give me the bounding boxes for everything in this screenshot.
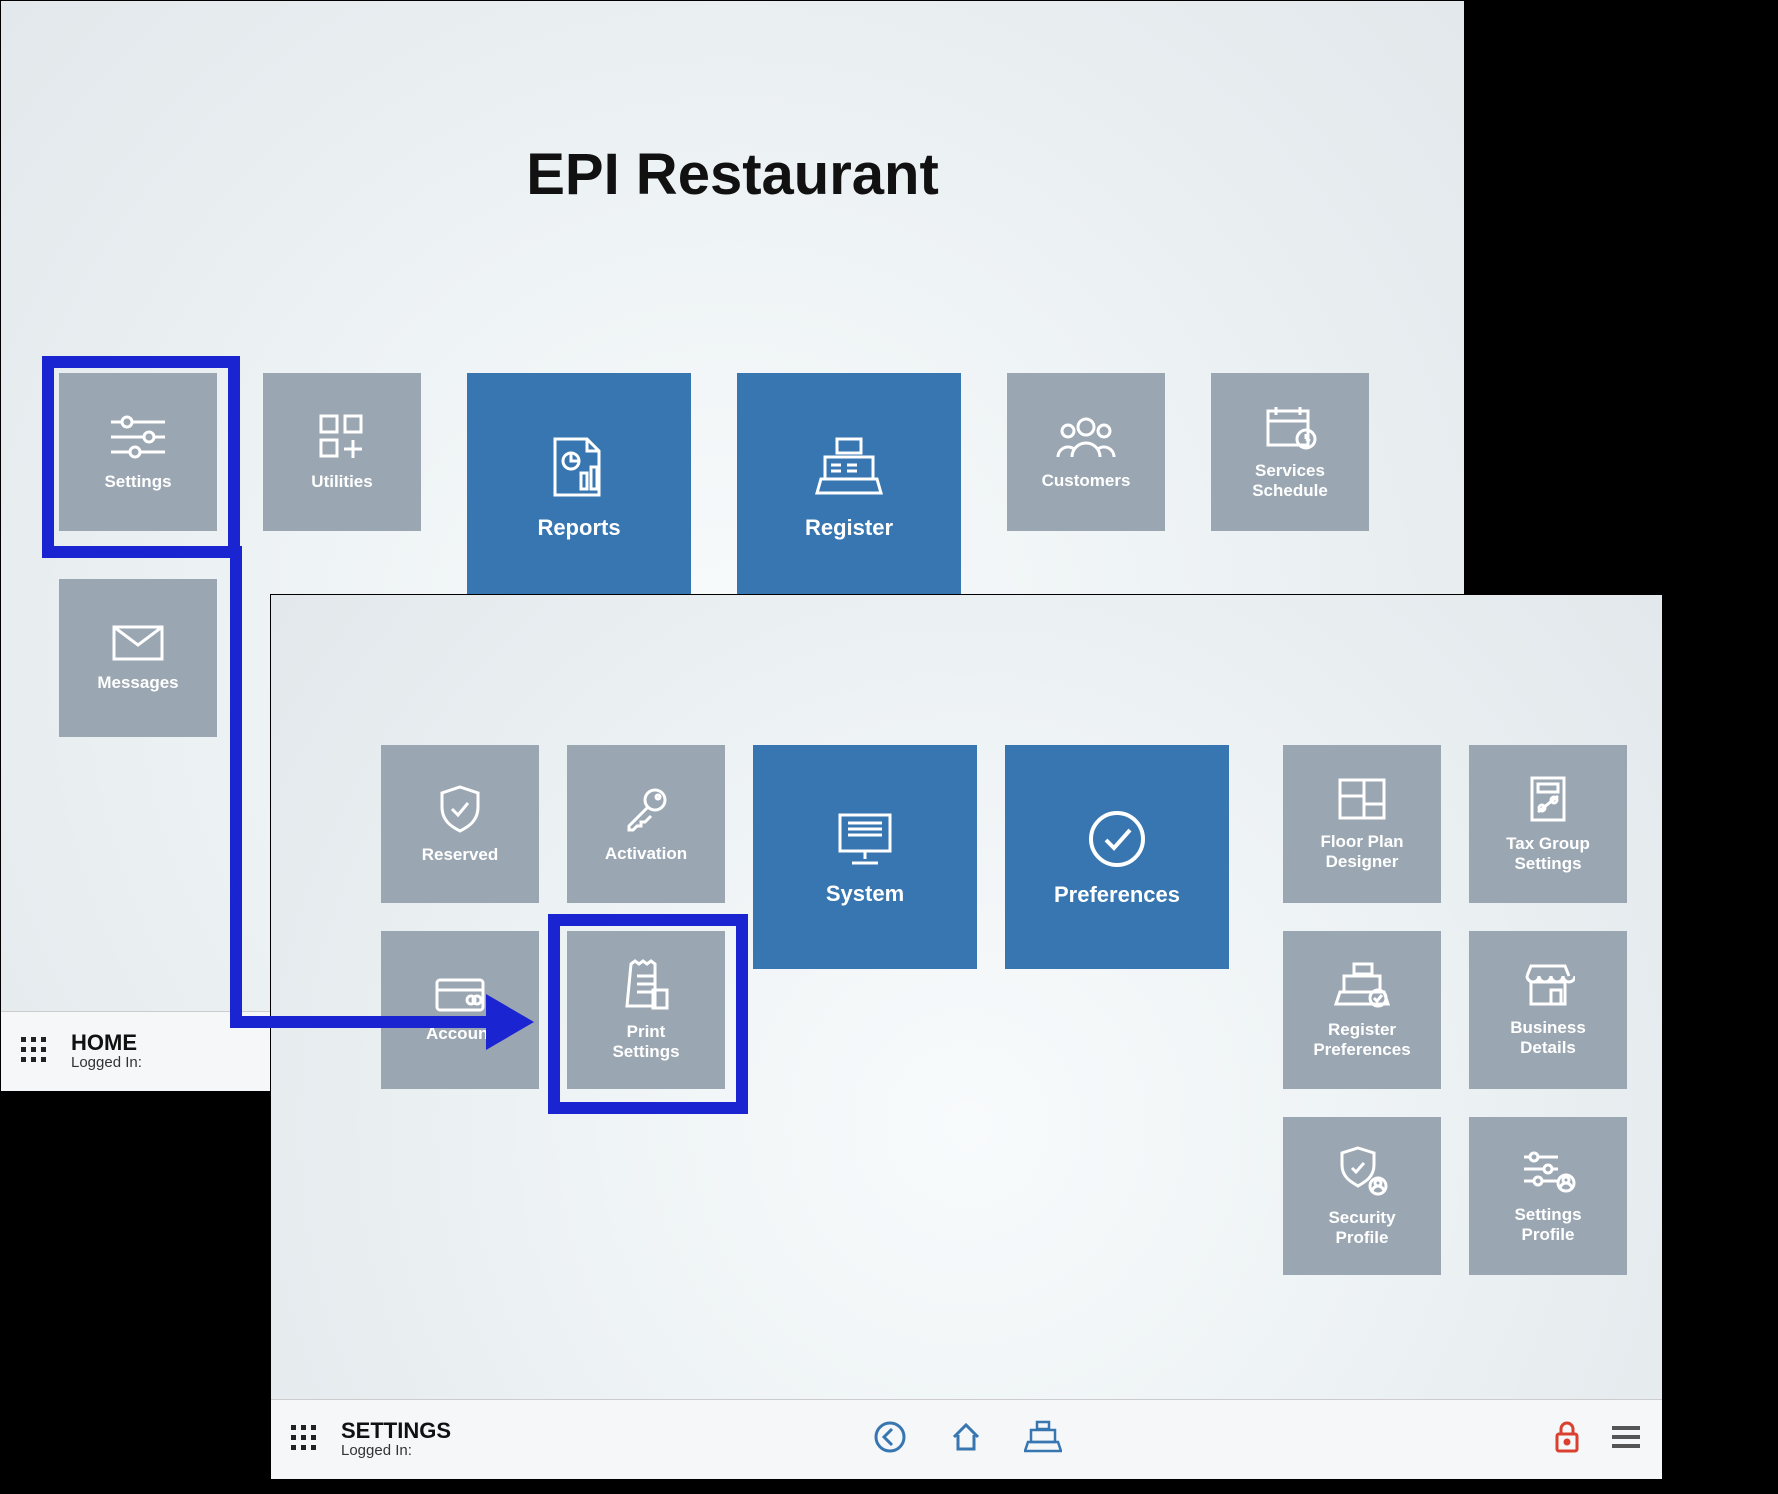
settings-window: Reserved Activation System — [270, 594, 1663, 1480]
register-nav-icon[interactable] — [1024, 1420, 1062, 1459]
utilities-tile[interactable]: Utilities — [263, 373, 421, 531]
system-tile[interactable]: System — [753, 745, 977, 969]
tile-label: Messages — [97, 673, 178, 693]
key-icon — [621, 784, 671, 834]
tile-label: PrintSettings — [612, 1022, 679, 1061]
register-preferences-tile[interactable]: RegisterPreferences — [1283, 931, 1441, 1089]
tile-label: Reports — [537, 515, 620, 540]
monitor-icon — [830, 807, 900, 871]
services-schedule-tile[interactable]: ServicesSchedule — [1211, 373, 1369, 531]
section-label: SETTINGS — [341, 1419, 451, 1443]
tile-label: SecurityProfile — [1328, 1208, 1395, 1247]
bottombar-status: HOME Logged In: — [71, 1031, 142, 1072]
logged-in-label: Logged In: — [71, 1055, 142, 1072]
tile-label: Customers — [1042, 471, 1131, 491]
home-icon[interactable] — [948, 1419, 984, 1460]
envelope-icon — [110, 623, 166, 663]
tile-label: Preferences — [1054, 882, 1180, 907]
register-check-icon — [1334, 960, 1390, 1010]
tile-label: RegisterPreferences — [1313, 1020, 1410, 1059]
tile-label: SettingsProfile — [1514, 1205, 1581, 1244]
tile-label: Register — [805, 515, 893, 540]
preferences-tile[interactable]: Preferences — [1005, 745, 1229, 969]
settings-tile[interactable]: Settings — [59, 373, 217, 531]
register-icon — [811, 429, 887, 505]
security-profile-tile[interactable]: SecurityProfile — [1283, 1117, 1441, 1275]
messages-tile[interactable]: Messages — [59, 579, 217, 737]
tile-label: Reserved — [422, 845, 499, 865]
shield-check-icon — [436, 783, 484, 835]
app-title: EPI Restaurant — [1, 141, 1464, 208]
floor-plan-icon — [1336, 776, 1388, 822]
arrow-segment-horizontal — [230, 1016, 488, 1028]
storefront-icon — [1521, 962, 1575, 1008]
section-label: HOME — [71, 1031, 142, 1055]
logged-in-label: Logged In: — [341, 1443, 451, 1460]
credit-card-icon — [433, 976, 487, 1014]
reserved-tile[interactable]: Reserved — [381, 745, 539, 903]
business-details-tile[interactable]: BusinessDetails — [1469, 931, 1627, 1089]
report-icon — [541, 429, 617, 505]
calendar-clock-icon — [1262, 403, 1318, 451]
settings-bottombar: SETTINGS Logged In: — [271, 1399, 1662, 1479]
sliders-icon — [107, 412, 169, 462]
check-circle-icon — [1084, 806, 1150, 872]
arrow-head-icon — [486, 994, 534, 1050]
activation-tile[interactable]: Activation — [567, 745, 725, 903]
tile-label: Utilities — [311, 472, 372, 492]
grip-icon[interactable] — [21, 1037, 51, 1067]
customers-icon — [1056, 413, 1116, 461]
reports-tile[interactable]: Reports — [467, 373, 691, 597]
tile-label: System — [826, 881, 904, 906]
tile-label: BusinessDetails — [1510, 1018, 1586, 1057]
grip-icon[interactable] — [291, 1425, 321, 1455]
register-tile[interactable]: Register — [737, 373, 961, 597]
shield-user-icon — [1336, 1144, 1388, 1198]
arrow-segment-vertical — [230, 546, 242, 1028]
grid-plus-icon — [317, 412, 367, 462]
back-icon[interactable] — [872, 1419, 908, 1460]
sliders-user-icon — [1520, 1147, 1576, 1195]
print-settings-tile[interactable]: PrintSettings — [567, 931, 725, 1089]
floor-plan-designer-tile[interactable]: Floor PlanDesigner — [1283, 745, 1441, 903]
settings-profile-tile[interactable]: SettingsProfile — [1469, 1117, 1627, 1275]
tile-label: Settings — [104, 472, 171, 492]
tile-label: Activation — [605, 844, 687, 864]
tile-label: Floor PlanDesigner — [1320, 832, 1403, 871]
lock-icon[interactable] — [1552, 1420, 1582, 1459]
tile-label: Tax GroupSettings — [1506, 834, 1590, 873]
tile-label: ServicesSchedule — [1252, 461, 1328, 500]
bottombar-status: SETTINGS Logged In: — [341, 1419, 451, 1460]
receipt-icon — [621, 958, 671, 1012]
menu-icon[interactable] — [1610, 1424, 1642, 1455]
tax-group-settings-tile[interactable]: Tax GroupSettings — [1469, 745, 1627, 903]
tax-icon — [1524, 774, 1572, 824]
customers-tile[interactable]: Customers — [1007, 373, 1165, 531]
